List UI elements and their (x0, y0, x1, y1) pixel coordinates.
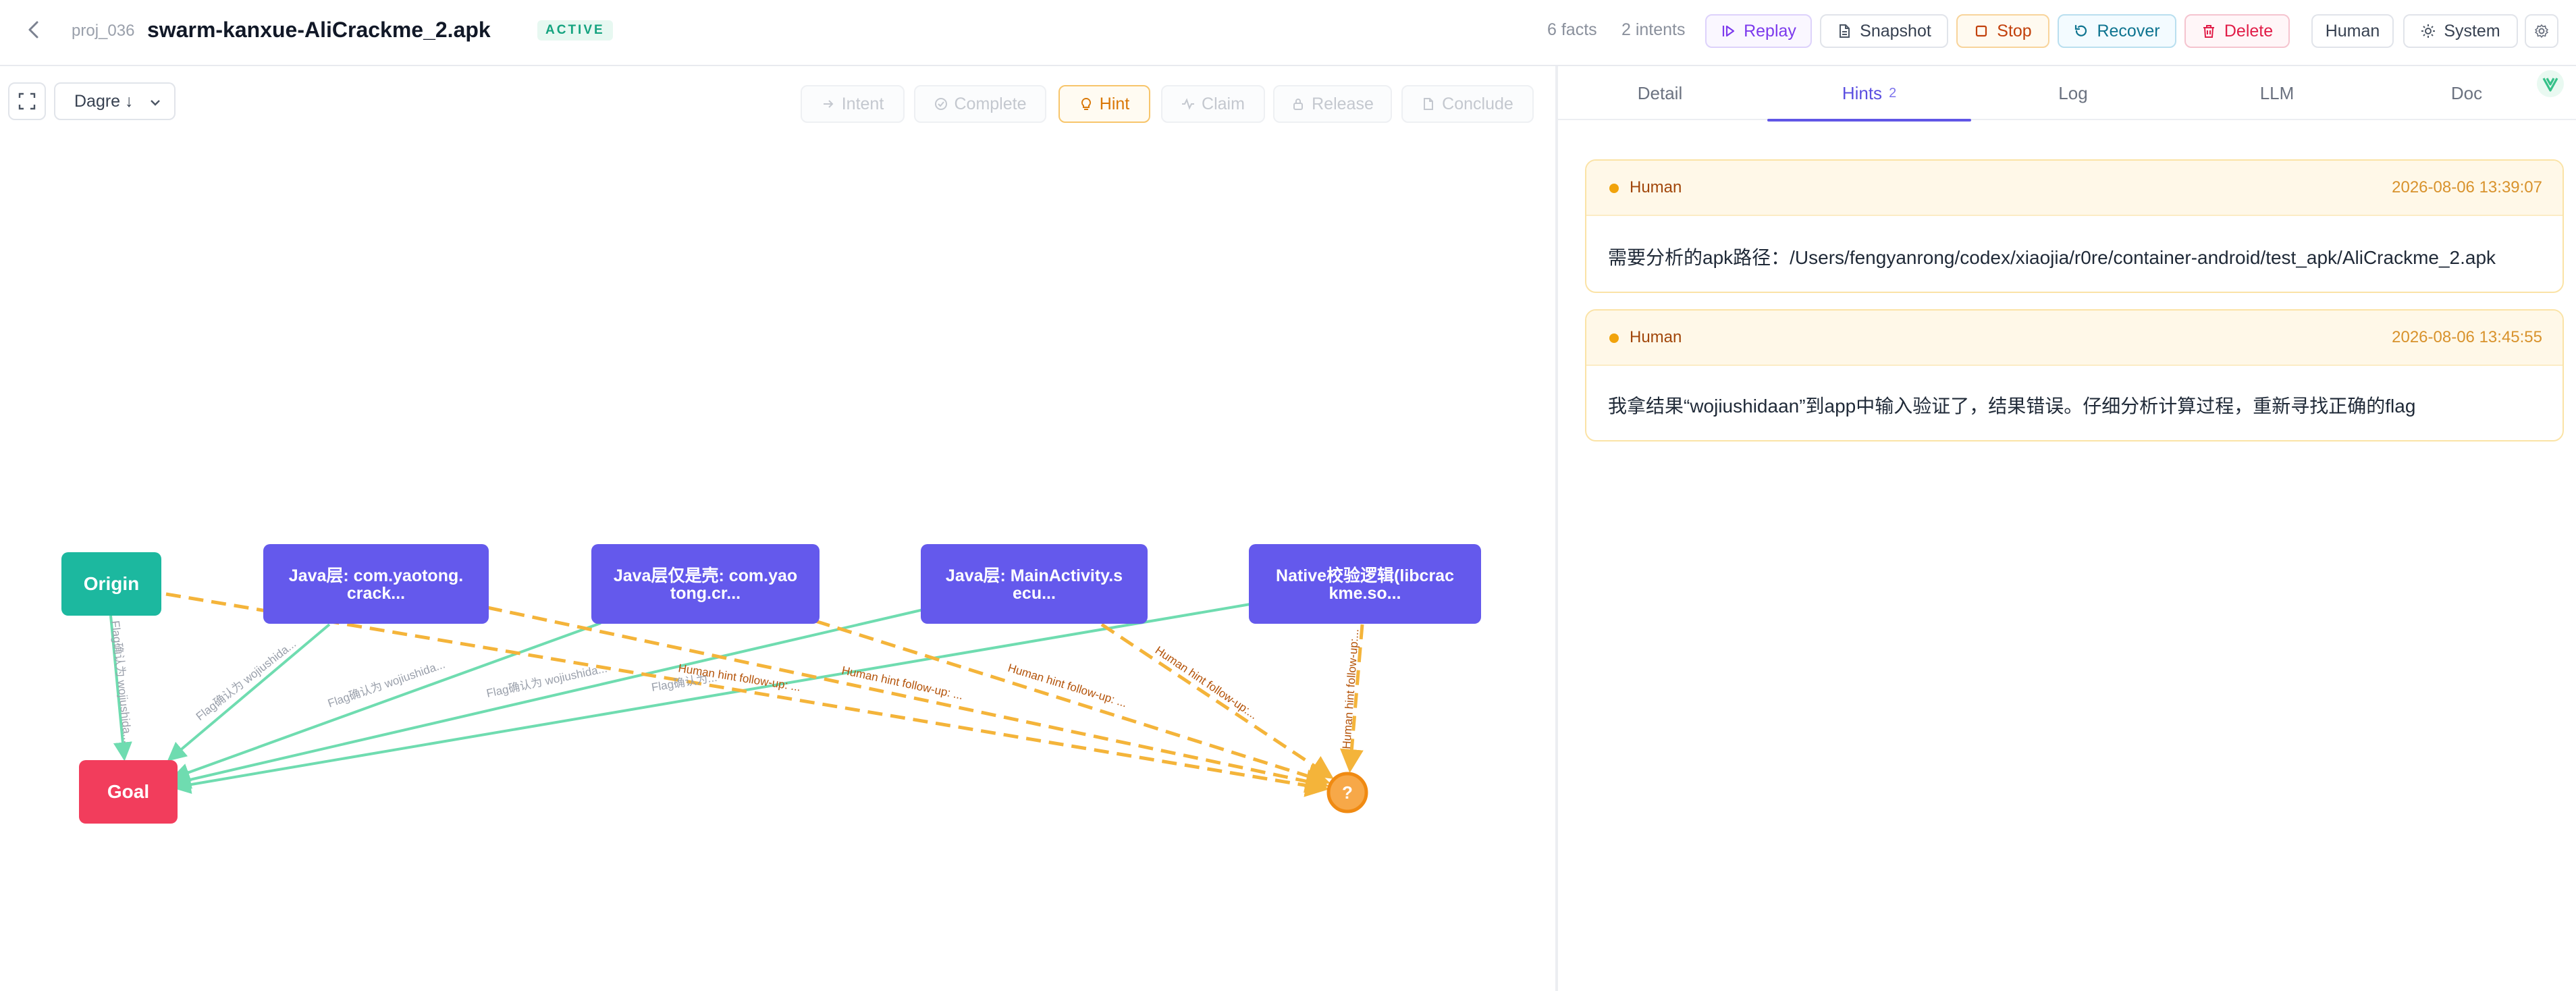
project-title: swarm-kanxue-AliCrackme_2.apk (147, 18, 491, 42)
settings-button[interactable] (2525, 14, 2558, 48)
edge-fact1-unknown[interactable] (487, 606, 1329, 793)
system-label: System (2444, 21, 2500, 41)
tab-hints[interactable]: Hints 2 (1767, 66, 1971, 122)
back-button[interactable] (20, 16, 47, 43)
hint-card-header: Human 2026-08-06 13:39:07 (1586, 161, 2562, 216)
replay-label: Replay (1744, 21, 1796, 41)
graph-svg[interactable]: Flag确认为 wojiushida... Flag确认为 wojiushida… (0, 66, 1555, 991)
document-icon (1840, 24, 1850, 38)
stop-button[interactable]: Stop (1956, 14, 2049, 48)
top-bar: proj_036 swarm-kanxue-AliCrackme_2.apk A… (0, 0, 2576, 66)
node-fact-2-line-2: tong.cr... (670, 584, 741, 603)
play-icon (1722, 25, 1735, 37)
delete-button[interactable]: Delete (2184, 14, 2290, 48)
hint-author: Human (1630, 328, 1682, 346)
intents-count: 2 intents (1621, 20, 1686, 39)
node-fact-4[interactable]: Native校验逻辑(libcrac kme.so... (1249, 544, 1481, 624)
hint-author: Human (1630, 178, 1682, 196)
panel-tabs: Detail Hints 2 Log LLM Doc (1558, 66, 2576, 122)
hint-status-dot (1609, 184, 1619, 193)
snapshot-button[interactable]: Snapshot (1820, 14, 1948, 48)
tab-llm-label: LLM (2259, 82, 2295, 103)
chevron-left-icon (28, 21, 38, 38)
trash-icon (2203, 25, 2214, 38)
recover-label: Recover (2097, 21, 2160, 41)
human-button[interactable]: Human (2311, 14, 2394, 48)
node-goal-label: Goal (107, 781, 149, 802)
edge-label-origin-goal: Flag确认为 wojiushida... (109, 620, 134, 743)
gear-icon (2535, 24, 2548, 38)
tab-hints-label: Hints (1842, 82, 1883, 103)
app-logo-icon (2537, 70, 2564, 97)
tab-doc[interactable]: Doc (2379, 66, 2554, 120)
edge-label-fact3-goal: Flag确认为 wojiushida... (485, 662, 608, 699)
stop-label: Stop (1997, 21, 2032, 41)
tab-detail-label: Detail (1637, 82, 1683, 103)
node-fact-1-line-1: Java层: com.yaotong. (289, 566, 463, 585)
tab-llm[interactable]: LLM (2175, 66, 2379, 120)
hint-text: 需要分析的apk路径：/Users/fengyanrong/codex/xiao… (1608, 247, 2496, 268)
replay-button[interactable]: Replay (1705, 14, 1812, 48)
hints-count-badge: 2 (1889, 85, 1897, 101)
node-fact-1[interactable]: Java层: com.yaotong. crack... (263, 544, 489, 624)
sun-icon (2421, 24, 2436, 38)
node-fact-2[interactable]: Java层仅是壳: com.yao tong.cr... (591, 544, 820, 624)
node-origin[interactable]: Origin (61, 552, 161, 616)
stop-icon (1976, 25, 1987, 37)
human-label: Human (2325, 21, 2380, 41)
snapshot-label: Snapshot (1860, 21, 1931, 41)
tab-detail[interactable]: Detail (1558, 66, 1762, 120)
node-fact-4-line-2: kme.so... (1329, 584, 1401, 603)
edge-labels: Flag确认为 wojiushida... Flag确认为 wojiushida… (109, 620, 1361, 749)
edge-fact1-goal[interactable] (167, 623, 331, 761)
facts-count: 6 facts (1547, 20, 1597, 39)
node-unknown-label: ? (1342, 782, 1353, 803)
node-goal[interactable]: Goal (79, 760, 178, 824)
rotate-ccw-icon (2075, 24, 2087, 36)
hint-text: 我拿结果“wojiushidaan”到app中输入验证了，结果错误。仔细分析计算… (1608, 396, 2416, 417)
edge-fact3-unknown[interactable] (1100, 622, 1334, 779)
side-panel: Detail Hints 2 Log LLM Doc Human 2026-08… (1558, 66, 2576, 991)
node-fact-3[interactable]: Java层: MainActivity.s ecu... (921, 544, 1148, 624)
node-fact-2-line-1: Java层仅是壳: com.yao (614, 566, 797, 585)
delete-label: Delete (2224, 21, 2274, 41)
edge-fact3-goal[interactable] (171, 608, 924, 789)
hint-card: Human 2026-08-06 13:39:07 需要分析的apk路径：/Us… (1585, 159, 2564, 293)
hint-card: Human 2026-08-06 13:45:55 我拿结果“wojiushid… (1585, 309, 2564, 441)
hint-card-header: Human 2026-08-06 13:45:55 (1586, 311, 2562, 366)
edge-fact2-unknown[interactable] (815, 619, 1331, 788)
hint-timestamp: 2026-08-06 13:45:55 (2392, 328, 2542, 346)
node-fact-3-line-2: ecu... (1013, 584, 1056, 603)
node-unknown[interactable]: ? (1326, 772, 1368, 813)
tab-log[interactable]: Log (1971, 66, 2175, 120)
status-badge: ACTIVE (537, 20, 613, 41)
node-origin-label: Origin (84, 573, 139, 594)
edge-label-fact3-unknown: Human hint follow-up:... (1153, 644, 1260, 722)
node-fact-1-line-2: crack... (347, 584, 405, 603)
edge-label-fact1-goal: Flag确认为 wojiushida... (194, 637, 298, 723)
node-fact-4-line-1: Native校验逻辑(libcrac (1276, 566, 1454, 585)
hint-status-dot (1609, 333, 1619, 343)
system-button[interactable]: System (2403, 14, 2518, 48)
tab-doc-label: Doc (2450, 82, 2483, 103)
recover-button[interactable]: Recover (2058, 14, 2176, 48)
tab-log-label: Log (2058, 82, 2088, 103)
hint-timestamp: 2026-08-06 13:39:07 (2392, 178, 2542, 196)
project-id: proj_036 (72, 22, 135, 40)
edge-label-fact4-unknown: Human hint follow-up:... (1340, 628, 1361, 749)
node-fact-3-line-1: Java层: MainActivity.s (946, 566, 1123, 585)
